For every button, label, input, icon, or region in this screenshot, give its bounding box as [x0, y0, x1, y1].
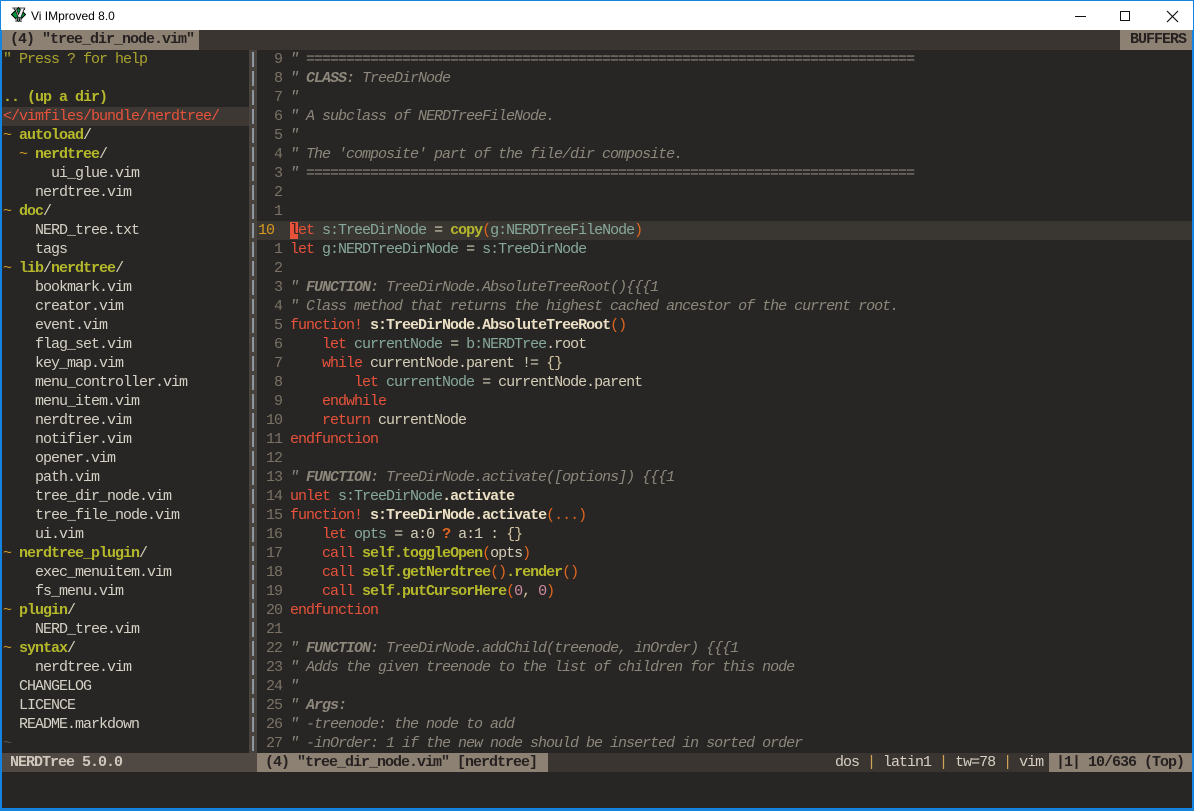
svg-text:m: m [16, 15, 22, 22]
